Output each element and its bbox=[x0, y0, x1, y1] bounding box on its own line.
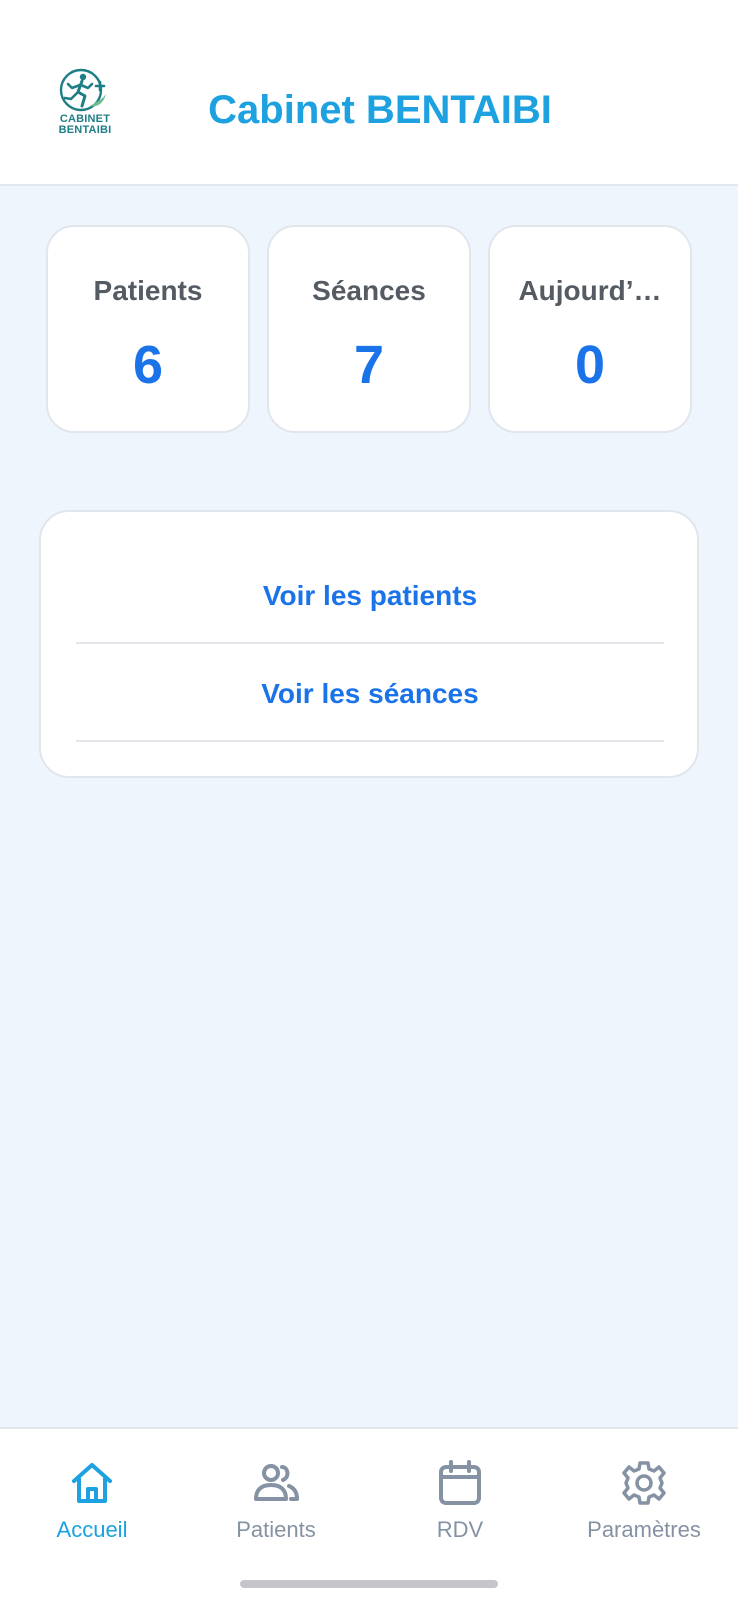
home-indicator[interactable] bbox=[240, 1580, 498, 1588]
stat-card-today: Aujourd’… 0 bbox=[488, 225, 692, 433]
stat-card-sessions: Séances 7 bbox=[267, 225, 471, 433]
logo-text-line2: BENTAIBI bbox=[58, 124, 112, 136]
bottom-nav: Accueil Patients RDV Paramètres bbox=[0, 1427, 738, 1600]
stat-value: 6 bbox=[132, 335, 164, 395]
view-sessions-button[interactable]: Voir les séances bbox=[76, 646, 664, 742]
nav-item-home[interactable]: Accueil bbox=[0, 1429, 184, 1559]
nav-label-appointments: RDV bbox=[436, 1517, 484, 1542]
nav-label-patients: Patients bbox=[236, 1517, 316, 1542]
nav-label-settings: Paramètres bbox=[587, 1517, 701, 1542]
clinic-logo: CABINET BENTAIBI bbox=[52, 66, 118, 146]
calendar-icon bbox=[436, 1459, 484, 1507]
nav-item-settings[interactable]: Paramètres bbox=[552, 1429, 736, 1559]
gear-icon bbox=[620, 1459, 668, 1507]
stats-row: Patients 6 Séances 7 Aujourd’… 0 bbox=[46, 225, 692, 433]
nav-item-patients[interactable]: Patients bbox=[184, 1429, 368, 1559]
nav-item-appointments[interactable]: RDV bbox=[368, 1429, 552, 1559]
stat-card-patients: Patients 6 bbox=[46, 225, 250, 433]
home-icon bbox=[68, 1459, 116, 1507]
stat-value: 7 bbox=[353, 335, 385, 395]
stat-label: Aujourd’… bbox=[518, 275, 662, 306]
nav-label-home: Accueil bbox=[56, 1517, 128, 1542]
stat-value: 0 bbox=[574, 335, 606, 395]
stat-label: Patients bbox=[93, 275, 203, 306]
app-header: CABINET BENTAIBI Cabinet BENTAIBI bbox=[0, 0, 738, 186]
page-title: Cabinet BENTAIBI bbox=[208, 88, 552, 132]
quick-actions-card: Voir les patients Voir les séances bbox=[39, 510, 699, 778]
stat-label: Séances bbox=[312, 275, 426, 306]
runner-logo-icon bbox=[59, 68, 106, 112]
view-patients-button[interactable]: Voir les patients bbox=[76, 548, 664, 644]
users-icon bbox=[252, 1459, 300, 1507]
